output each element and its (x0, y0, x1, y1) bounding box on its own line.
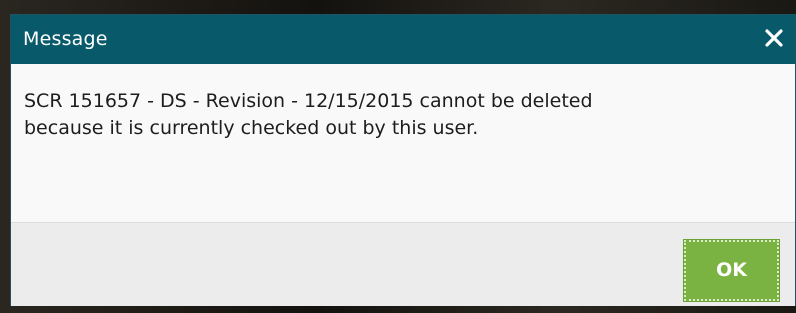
dialog-message: SCR 151657 - DS - Revision - 12/15/2015 … (24, 88, 764, 142)
close-icon[interactable] (763, 27, 785, 49)
ok-button[interactable]: OK (683, 239, 780, 302)
dialog-title: Message (23, 28, 108, 50)
dialog-content: SCR 151657 - DS - Revision - 12/15/2015 … (11, 64, 795, 223)
dialog-footer: OK (11, 223, 795, 306)
message-dialog: Message SCR 151657 - DS - Revision - 12/… (10, 14, 796, 306)
message-line: because it is currently checked out by t… (24, 117, 479, 139)
dialog-titlebar: Message (11, 15, 795, 64)
message-line: SCR 151657 - DS - Revision - 12/15/2015 … (24, 90, 593, 112)
